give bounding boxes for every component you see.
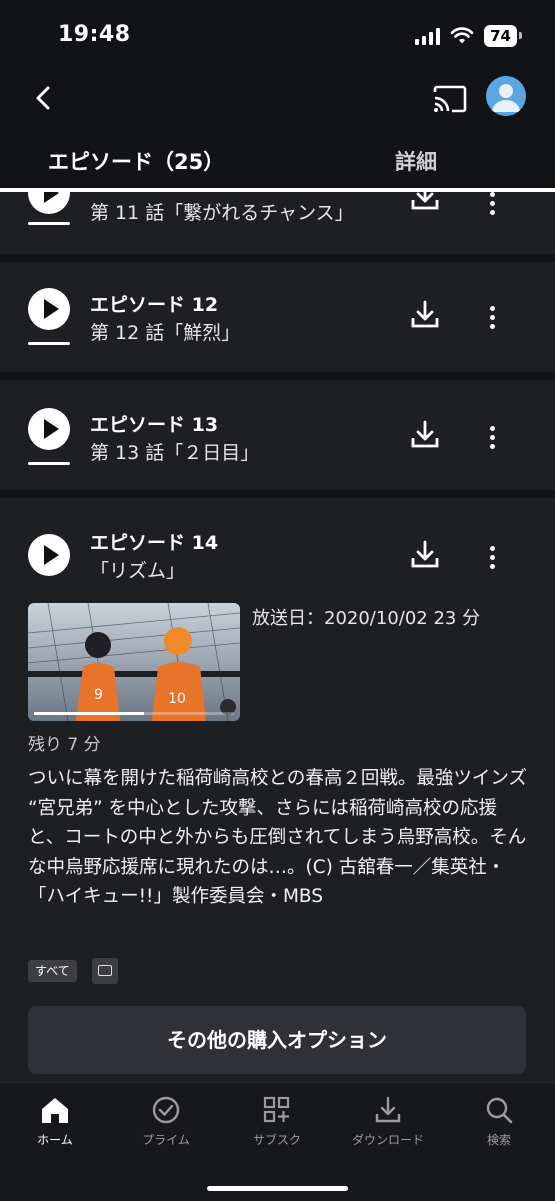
status-icons: 74 [415, 22, 522, 50]
episode-subtitle: 第 13 話「２日目」 [90, 442, 260, 464]
subtitles-icon [92, 958, 118, 984]
svg-text:9: 9 [94, 687, 103, 703]
more-options-icon[interactable] [480, 302, 504, 336]
nav-prime[interactable]: プライム [111, 1095, 221, 1148]
nav-home[interactable]: ホーム [0, 1095, 110, 1148]
subscriptions-icon [263, 1096, 290, 1123]
download-icon[interactable] [408, 418, 442, 452]
watch-progress-bar [34, 712, 234, 715]
home-indicator [207, 1186, 348, 1191]
episode-thumbnail[interactable]: 9 10 [28, 603, 240, 721]
episode-description: ついに幕を開けた稲荷崎高校との春高２回戦。最強ツインズ “宮兄弟” を中心とした… [28, 768, 527, 907]
bottom-nav: ホーム プライム サブスク ダウンロード 検索 [0, 1082, 555, 1201]
nav-downloads[interactable]: ダウンロード [333, 1095, 443, 1148]
nav-label: サブスク [252, 1133, 301, 1147]
nav-subscriptions[interactable]: サブスク [222, 1095, 332, 1148]
more-purchase-options-button[interactable]: その他の購入オプション [28, 1006, 526, 1074]
home-icon [42, 1098, 68, 1123]
episode-progress [28, 222, 70, 225]
play-button[interactable] [28, 288, 70, 330]
episode-subtitle: 「リズム」 [90, 560, 186, 582]
cast-icon[interactable] [430, 80, 470, 120]
download-icon[interactable] [408, 538, 442, 572]
back-button[interactable] [24, 78, 64, 118]
thumbnail-image: 9 10 [28, 603, 240, 721]
download-icon[interactable] [408, 298, 442, 332]
nav-label: ホーム [37, 1133, 73, 1147]
episode-title: エピソード 13 [90, 414, 219, 436]
search-icon [486, 1097, 513, 1124]
play-button[interactable] [28, 192, 70, 214]
play-button[interactable] [28, 534, 70, 576]
avatar[interactable] [486, 76, 526, 116]
air-date: 放送日：2020/10/02 23 分 [252, 608, 481, 629]
episode-card[interactable]: エピソード 12 第 12 話「鮮烈」 [0, 262, 555, 372]
episode-title: エピソード 14 [90, 532, 219, 554]
episode-title: エピソード 12 [90, 294, 219, 316]
play-button[interactable] [28, 408, 70, 450]
download-icon [375, 1096, 401, 1123]
episode-progress [28, 462, 70, 465]
tab-episodes[interactable]: エピソード（25） [48, 146, 224, 176]
remaining-time: 残り 7 分 [28, 735, 101, 755]
more-options-icon[interactable] [480, 192, 504, 222]
more-options-icon[interactable] [480, 542, 504, 576]
episode-card[interactable]: 第 11 話「繋がれるチャンス」 [0, 192, 555, 254]
user-icon [492, 84, 520, 112]
more-options-icon[interactable] [480, 422, 504, 456]
nav-label: ダウンロード [351, 1133, 424, 1147]
episode-subtitle: 第 12 話「鮮烈」 [90, 322, 241, 344]
episode-card[interactable]: エピソード 13 第 13 話「２日目」 [0, 380, 555, 490]
tab-details[interactable]: 詳細 [395, 146, 437, 176]
svg-text:10: 10 [168, 691, 186, 707]
wifi-icon [450, 27, 474, 44]
signal-icon [415, 27, 441, 45]
download-icon[interactable] [408, 192, 442, 214]
status-time: 19:48 [58, 22, 131, 47]
audience-tag: すべて [28, 960, 77, 982]
nav-label: 検索 [486, 1133, 511, 1147]
episode-subtitle: 第 11 話「繋がれるチャンス」 [90, 202, 354, 224]
check-circle-icon [152, 1096, 180, 1124]
battery-indicator: 74 [484, 25, 522, 47]
episode-progress [28, 342, 70, 345]
nav-label: プライム [142, 1133, 190, 1147]
nav-search[interactable]: 検索 [444, 1095, 554, 1148]
